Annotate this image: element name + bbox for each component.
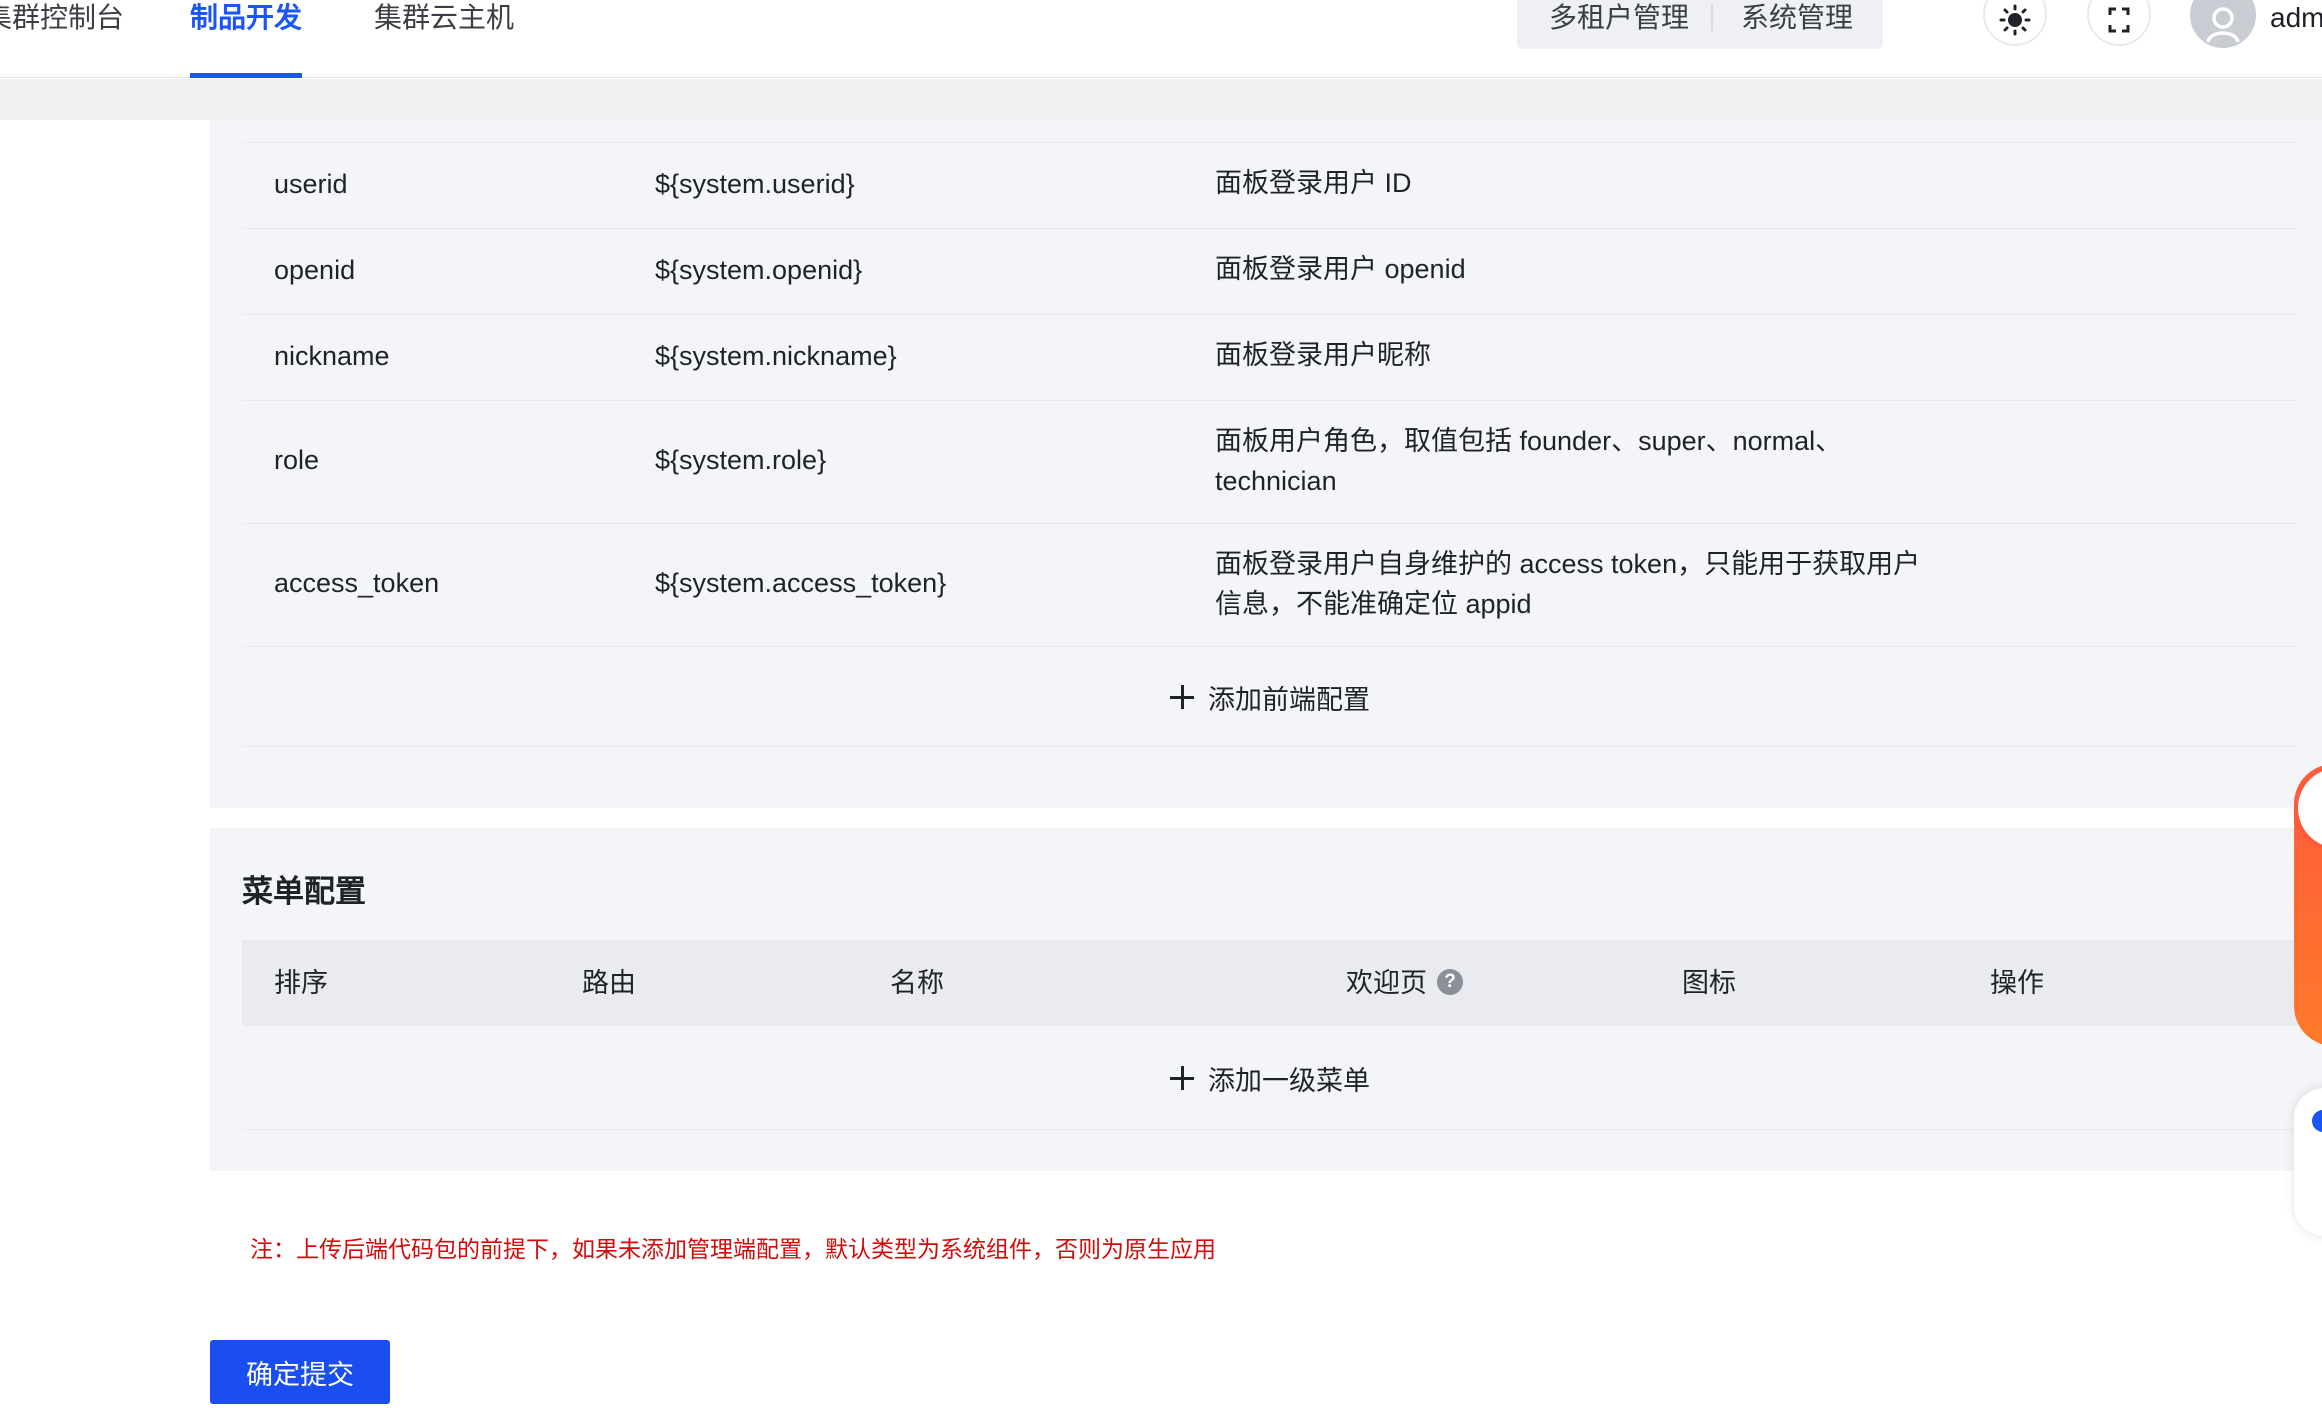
segment-system-management[interactable]: 系统管理 bbox=[1741, 0, 1853, 36]
config-key: userid bbox=[274, 169, 348, 199]
config-key: access_token bbox=[274, 568, 440, 598]
column-header-route: 路由 bbox=[582, 968, 636, 998]
section-title: 菜单配置 bbox=[242, 874, 366, 909]
column-header-welcome-page: 欢迎页? bbox=[1346, 940, 1463, 1026]
plus-icon bbox=[1170, 685, 1194, 709]
add-frontend-config-button[interactable]: 添加前端配置 bbox=[242, 647, 2298, 747]
content-top-band bbox=[0, 79, 2322, 120]
top-navigation-bar: 集群控制台 制品开发 集群云主机 多租户管理 系统管理 bbox=[0, 0, 2322, 78]
floating-tool-widget[interactable] bbox=[2294, 1088, 2322, 1236]
table-row: role ${system.role} 面板用户角色，取值包括 founder、… bbox=[242, 401, 2298, 524]
table-row: userid ${system.userid} 面板登录用户 ID bbox=[242, 143, 2298, 229]
floating-assistant-widget[interactable] bbox=[2294, 764, 2322, 1046]
add-top-level-menu-label: 添加一级菜单 bbox=[1208, 1065, 1370, 1096]
config-description: 面板登录用户昵称 bbox=[1215, 340, 1431, 370]
config-variable: ${system.nickname} bbox=[655, 341, 897, 371]
add-menu-row: 添加一级菜单 bbox=[242, 1026, 2298, 1130]
user-silhouette-icon bbox=[2206, 7, 2240, 43]
config-variable: ${system.userid} bbox=[655, 169, 855, 199]
add-top-level-menu-button[interactable]: 添加一级菜单 bbox=[242, 1026, 2298, 1130]
confirm-submit-button[interactable]: 确定提交 bbox=[210, 1340, 390, 1404]
add-frontend-config-row: 添加前端配置 bbox=[242, 647, 2298, 747]
config-variable: ${system.role} bbox=[655, 445, 827, 475]
user-name[interactable]: adm bbox=[2270, 2, 2322, 34]
config-variable: ${system.access_token} bbox=[655, 568, 947, 598]
table-row: nickname ${system.nickname} 面板登录用户昵称 bbox=[242, 315, 2298, 401]
tool-dot-icon bbox=[2312, 1110, 2322, 1132]
segment-multi-tenant-management[interactable]: 多租户管理 bbox=[1549, 0, 1689, 36]
nav-tab-artifact-development[interactable]: 制品开发 bbox=[190, 0, 302, 78]
column-header-actions: 操作 bbox=[1990, 968, 2044, 998]
active-tab-indicator bbox=[190, 73, 302, 78]
nav-tab-cluster-cloud-host[interactable]: 集群云主机 bbox=[374, 0, 514, 78]
config-key: nickname bbox=[274, 341, 390, 371]
admin-segment-group: 多租户管理 系统管理 bbox=[1517, 0, 1883, 49]
config-key: role bbox=[274, 445, 320, 475]
nav-tab-label: 集群控制台 bbox=[0, 2, 125, 33]
config-description: 面板登录用户 ID bbox=[1215, 168, 1412, 198]
help-icon[interactable]: ? bbox=[1437, 968, 1463, 995]
add-frontend-config-label: 添加前端配置 bbox=[1208, 684, 1370, 715]
upload-note: 注：上传后端代码包的前提下，如果未添加管理端配置，默认类型为系统组件，否则为原生… bbox=[250, 1236, 1216, 1262]
column-header-icon: 图标 bbox=[1682, 968, 1736, 998]
column-header-name: 名称 bbox=[890, 968, 944, 998]
menu-config-panel: 菜单配置 排序 路由 名称 欢迎页? 图标 操作 添加一级菜单 bbox=[210, 828, 2322, 1171]
config-description: 面板登录用户自身维护的 access token，只能用于获取用户信息，不能准确… bbox=[1215, 549, 1921, 619]
table-row: access_token ${system.access_token} 面板登录… bbox=[242, 524, 2298, 647]
segment-divider bbox=[1711, 5, 1713, 31]
page: 集群控制台 制品开发 集群云主机 多租户管理 系统管理 bbox=[0, 0, 2322, 1420]
config-variable: ${system.openid} bbox=[655, 255, 863, 285]
theme-toggle-button[interactable] bbox=[1983, 0, 2047, 46]
config-description: 面板用户角色，取值包括 founder、super、normal、technic… bbox=[1215, 426, 1843, 496]
sun-icon bbox=[1999, 4, 2031, 36]
plus-icon bbox=[1170, 1066, 1194, 1090]
config-description: 面板登录用户 openid bbox=[1215, 254, 1466, 284]
nav-tab-cluster-console[interactable]: 集群控制台 bbox=[0, 0, 124, 78]
config-key: openid bbox=[274, 255, 356, 285]
frontend-config-panel: userid ${system.userid} 面板登录用户 ID openid… bbox=[210, 120, 2322, 808]
column-header-order: 排序 bbox=[274, 968, 328, 998]
nav-tab-label: 制品开发 bbox=[190, 2, 303, 33]
table-row: openid ${system.openid} 面板登录用户 openid bbox=[242, 229, 2298, 315]
menu-table-header: 排序 路由 名称 欢迎页? 图标 操作 bbox=[242, 940, 2298, 1026]
fullscreen-button[interactable] bbox=[2087, 0, 2151, 46]
fullscreen-icon bbox=[2108, 7, 2130, 33]
user-avatar-icon[interactable] bbox=[2190, 0, 2256, 48]
nav-tab-label: 集群云主机 bbox=[374, 2, 515, 33]
column-header-welcome-page-label: 欢迎页 bbox=[1346, 968, 1427, 998]
